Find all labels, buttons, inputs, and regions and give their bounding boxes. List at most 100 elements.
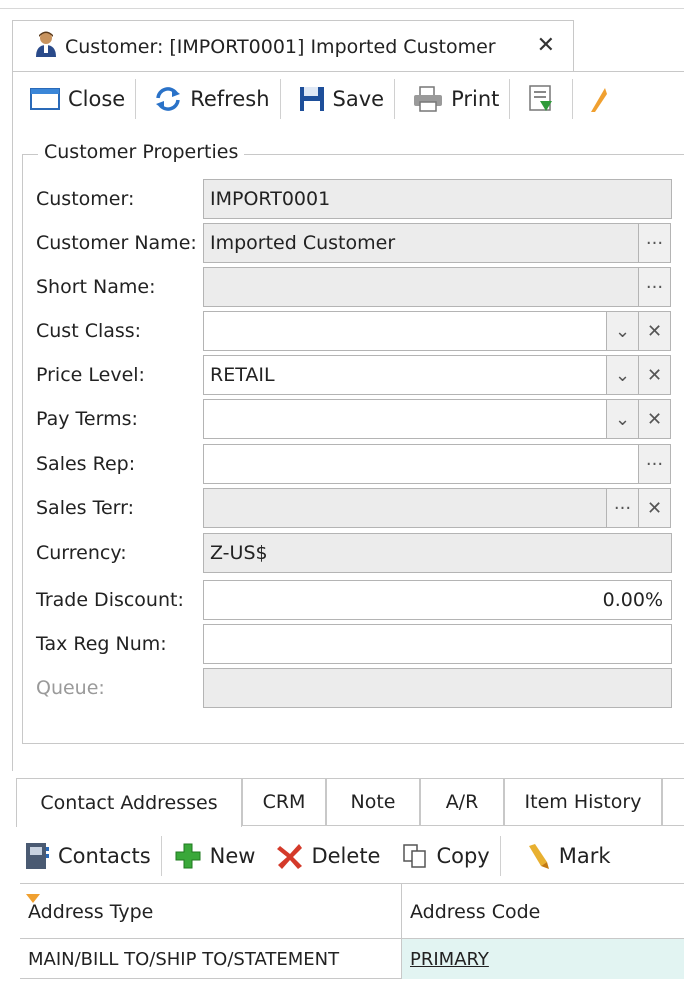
customer-field[interactable]: IMPORT0001 xyxy=(203,179,672,219)
ellipsis-icon: ··· xyxy=(613,497,632,519)
top-divider xyxy=(0,8,684,9)
refresh-button-label: Refresh xyxy=(190,87,270,111)
delete-button-label: Delete xyxy=(311,844,381,868)
print-button-label: Print xyxy=(451,87,500,111)
new-button-label: New xyxy=(209,844,256,868)
price-level-dropdown-button[interactable]: ⌄ xyxy=(606,355,639,395)
customer-name-label: Customer Name: xyxy=(36,232,197,254)
customer-name-field[interactable]: Imported Customer xyxy=(203,223,639,263)
mark-address-button[interactable]: Mark xyxy=(501,836,621,876)
tab-overflow[interactable] xyxy=(662,778,684,826)
short-name-field[interactable] xyxy=(203,267,639,307)
short-name-ellipsis-button[interactable]: ··· xyxy=(638,267,671,307)
table-row[interactable]: MAIN/BILL TO/SHIP TO/STATEMENT PRIMARY xyxy=(20,939,684,979)
chevron-down-icon: ⌄ xyxy=(614,408,631,430)
tax-reg-num-label: Tax Reg Num: xyxy=(36,633,167,655)
sales-terr-label: Sales Terr: xyxy=(36,497,135,519)
cust-class-clear-button[interactable]: ✕ xyxy=(638,311,671,351)
group-title: Customer Properties xyxy=(38,141,245,163)
tab-contact-addresses[interactable]: Contact Addresses xyxy=(16,778,242,827)
chevron-down-icon: ⌄ xyxy=(614,320,631,342)
trade-discount-label: Trade Discount: xyxy=(36,589,184,611)
cust-class-label: Cust Class: xyxy=(36,320,142,342)
cust-class-dropdown-button[interactable]: ⌄ xyxy=(606,311,639,351)
cell-address-code[interactable]: PRIMARY xyxy=(402,939,684,979)
chart-icon[interactable] xyxy=(587,86,608,112)
delete-address-button[interactable]: Delete xyxy=(265,836,390,876)
save-button-label: Save xyxy=(332,87,385,111)
pay-terms-field[interactable] xyxy=(203,399,607,439)
window-close-icon xyxy=(30,87,60,111)
currency-field[interactable]: Z-US$ xyxy=(203,533,672,573)
sales-terr-ellipsis-button[interactable]: ··· xyxy=(606,488,639,528)
document-tab-customer[interactable]: Customer: [IMPORT0001] Imported Customer… xyxy=(12,20,574,72)
close-button[interactable]: Close xyxy=(14,79,135,119)
pay-terms-dropdown-button[interactable]: ⌄ xyxy=(606,399,639,439)
clear-icon: ✕ xyxy=(646,408,663,430)
address-toolbar: Contacts New Delete Copy Mark xyxy=(14,830,684,882)
copy-address-button[interactable]: Copy xyxy=(390,836,499,876)
ellipsis-icon: ··· xyxy=(645,232,664,254)
address-code-link[interactable]: PRIMARY xyxy=(410,949,489,970)
pay-terms-label: Pay Terms: xyxy=(36,408,138,430)
plus-icon xyxy=(174,842,202,870)
print-button[interactable]: Print xyxy=(395,79,509,119)
clear-icon: ✕ xyxy=(646,497,663,519)
queue-label: Queue: xyxy=(36,677,105,699)
new-address-button[interactable]: New xyxy=(162,836,266,876)
tab-item-history[interactable]: Item History xyxy=(504,778,662,826)
bottom-tab-strip: Contact Addresses CRM Note A/R Item Hist… xyxy=(12,778,684,827)
marker-icon xyxy=(525,842,551,870)
contacts-button[interactable]: Contacts xyxy=(14,836,161,876)
mark-button-label: Mark xyxy=(558,844,611,868)
address-grid-header: Address Type Address Code xyxy=(20,883,684,940)
cell-address-type[interactable]: MAIN/BILL TO/SHIP TO/STATEMENT xyxy=(20,939,402,979)
price-level-field[interactable]: RETAIL xyxy=(203,355,607,395)
short-name-label: Short Name: xyxy=(36,276,156,298)
ellipsis-icon: ··· xyxy=(645,453,664,475)
copy-icon xyxy=(402,843,428,869)
printer-icon xyxy=(413,86,443,112)
column-header-address-type[interactable]: Address Type xyxy=(20,884,402,940)
tax-reg-num-field[interactable] xyxy=(203,624,672,664)
price-level-clear-button[interactable]: ✕ xyxy=(638,355,671,395)
clear-icon: ✕ xyxy=(646,320,663,342)
customer-name-ellipsis-button[interactable]: ··· xyxy=(638,223,671,263)
sales-terr-field[interactable] xyxy=(203,488,607,528)
ellipsis-icon: ··· xyxy=(645,276,664,298)
sales-terr-clear-button[interactable]: ✕ xyxy=(638,488,671,528)
document-tab-title: Customer: [IMPORT0001] Imported Customer xyxy=(65,35,496,58)
contacts-book-icon xyxy=(24,841,50,871)
floppy-save-icon xyxy=(299,86,325,112)
currency-label: Currency: xyxy=(36,542,127,564)
refresh-icon xyxy=(154,86,182,112)
column-header-address-code[interactable]: Address Code xyxy=(402,884,684,940)
refresh-button[interactable]: Refresh xyxy=(136,79,279,119)
price-level-label: Price Level: xyxy=(36,364,145,386)
delete-x-icon xyxy=(277,842,303,870)
toolbar-separator xyxy=(572,79,574,119)
tab-strip-baseline xyxy=(242,825,684,826)
export-report-button[interactable] xyxy=(510,79,572,119)
trade-discount-field[interactable]: 0.00% xyxy=(203,580,672,620)
close-button-label: Close xyxy=(68,87,126,111)
tab-crm[interactable]: CRM xyxy=(242,778,326,826)
user-icon xyxy=(35,31,57,62)
chevron-down-icon: ⌄ xyxy=(614,364,631,386)
pay-terms-clear-button[interactable]: ✕ xyxy=(638,399,671,439)
sales-rep-label: Sales Rep: xyxy=(36,453,136,475)
contacts-button-label: Contacts xyxy=(58,844,151,868)
tab-note[interactable]: Note xyxy=(326,778,420,826)
copy-button-label: Copy xyxy=(436,844,490,868)
cust-class-field[interactable] xyxy=(203,311,607,351)
tab-ar[interactable]: A/R xyxy=(420,778,504,826)
sales-rep-field[interactable] xyxy=(203,444,639,484)
export-report-icon xyxy=(528,85,554,113)
close-icon[interactable]: ✕ xyxy=(537,33,555,58)
customer-label: Customer: xyxy=(36,188,135,210)
clear-icon: ✕ xyxy=(646,364,663,386)
queue-field[interactable] xyxy=(203,668,672,708)
sales-rep-ellipsis-button[interactable]: ··· xyxy=(638,444,671,484)
save-button[interactable]: Save xyxy=(281,79,395,119)
main-toolbar: Close Refresh Save Print xyxy=(14,74,684,124)
